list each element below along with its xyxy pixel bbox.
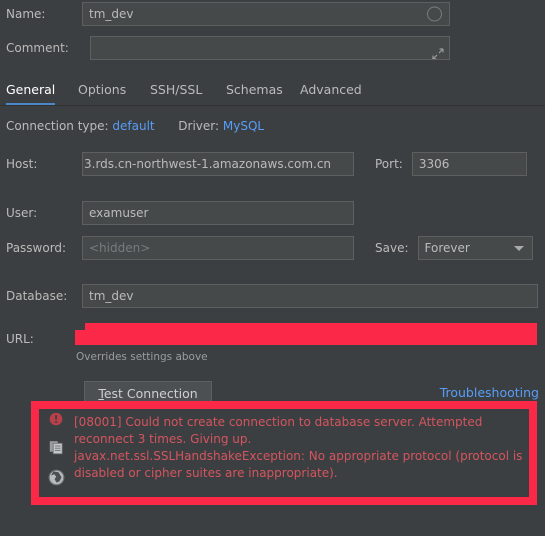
globe-icon[interactable] [48, 469, 65, 489]
circle-icon [427, 6, 442, 22]
host-row: Host: 3.rds.cn-northwest-1.amazonaws.com… [6, 152, 527, 176]
error-panel-icons [43, 412, 69, 489]
database-label: Database: [6, 289, 68, 303]
port-input-value: 3306 [418, 157, 450, 171]
database-input[interactable]: tm_dev [82, 284, 538, 308]
connection-type-value[interactable]: default [112, 119, 154, 133]
comment-label: Comment: [6, 41, 69, 55]
test-connection-label: est Connection [103, 386, 198, 401]
driver-label: Driver: [178, 119, 220, 133]
save-label: Save: [375, 241, 409, 255]
tabbar: General Options SSH/SSL Schemas Advanced [0, 76, 545, 106]
name-label: Name: [6, 7, 46, 21]
tab-options[interactable]: Options [78, 76, 126, 104]
comment-row: Comment: [6, 36, 450, 60]
error-message-line1: [08001] Could not create connection to d… [74, 415, 483, 446]
database-input-value: tm_dev [89, 289, 134, 303]
user-row: User: examuser [6, 201, 354, 225]
port-input[interactable]: 3306 [411, 152, 527, 176]
database-row: Database: tm_dev [6, 284, 538, 308]
expand-icon[interactable] [432, 45, 444, 59]
password-input[interactable]: <hidden> [82, 236, 354, 260]
tab-general[interactable]: General [6, 76, 56, 105]
port-label: Port: [375, 157, 403, 171]
name-input[interactable]: tm_dev [82, 2, 450, 26]
name-input-value: tm_dev [89, 7, 134, 21]
user-label: User: [6, 206, 38, 220]
connection-info: Connection type: default Driver: MySQL [6, 119, 264, 133]
password-row: Password: <hidden> Save: Forever [6, 236, 533, 260]
tab-schemas[interactable]: Schemas [226, 76, 283, 104]
troubleshooting-link[interactable]: Troubleshooting [440, 385, 539, 400]
save-dropdown-value: Forever [424, 241, 470, 255]
error-message-line2: javax.net.ssl.SSLHandshakeException: No … [74, 449, 523, 480]
url-row: URL: [6, 332, 78, 346]
password-label: Password: [6, 241, 67, 255]
url-label: URL: [6, 332, 34, 346]
password-input-placeholder: <hidden> [89, 241, 151, 255]
copy-icon[interactable] [49, 440, 64, 458]
url-redaction-bar [85, 323, 537, 345]
connection-type-label: Connection type: [6, 119, 109, 133]
name-row: Name: tm_dev [6, 2, 450, 26]
user-input-value: examuser [89, 206, 149, 220]
user-input[interactable]: examuser [82, 201, 354, 225]
error-message: [08001] Could not create connection to d… [74, 414, 529, 482]
chevron-down-icon [513, 246, 524, 251]
comment-input[interactable] [90, 36, 450, 60]
url-overrides-note: Overrides settings above [76, 351, 208, 363]
save-dropdown[interactable]: Forever [417, 236, 533, 260]
host-label: Host: [6, 157, 38, 171]
error-circle-icon [49, 412, 63, 429]
tab-advanced[interactable]: Advanced [300, 76, 362, 104]
tab-ssh-ssl[interactable]: SSH/SSL [150, 76, 202, 104]
host-input[interactable]: 3.rds.cn-northwest-1.amazonaws.com.cn [82, 152, 354, 176]
driver-value[interactable]: MySQL [223, 119, 264, 133]
host-input-value: 3.rds.cn-northwest-1.amazonaws.com.cn [84, 157, 332, 171]
